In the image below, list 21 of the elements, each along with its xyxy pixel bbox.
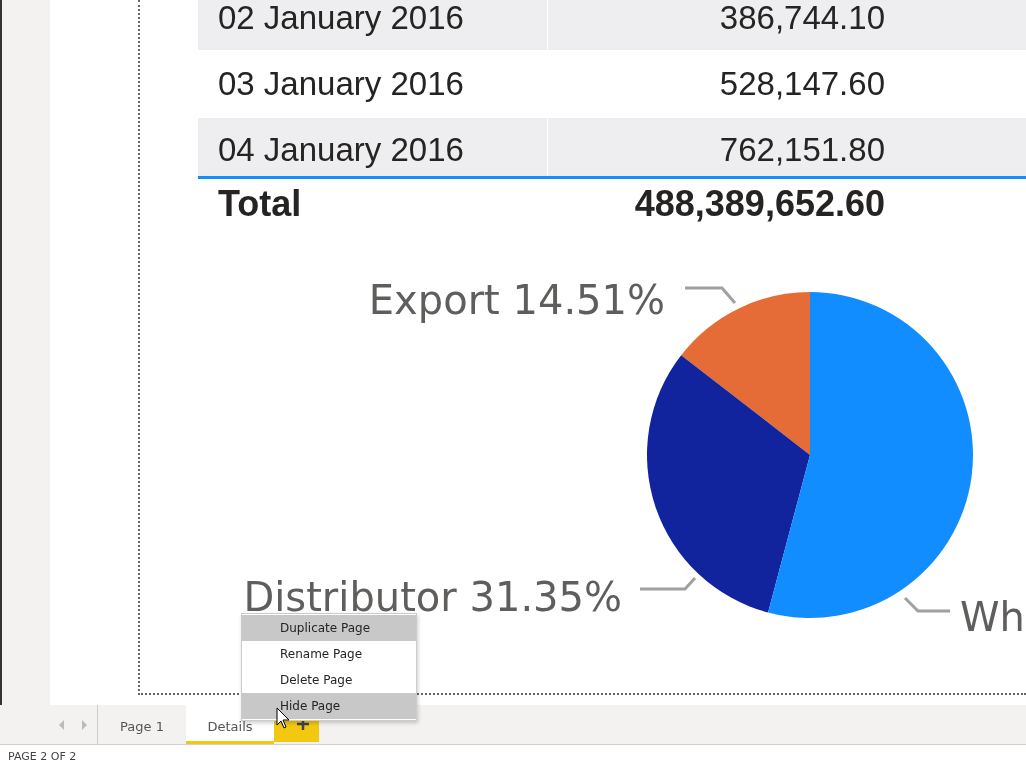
value-cell: 386,744.10 [719,0,885,37]
left-arrow-icon[interactable] [58,719,65,730]
menu-item[interactable]: Delete Page [242,667,416,693]
date-cell: 03 January 2016 [218,65,464,103]
data-label: Wh [960,594,1025,640]
total-value: 488,389,652.60 [634,183,885,225]
value-cell: 762,151.80 [719,131,885,169]
leader-line [903,596,950,613]
data-label: Export 14.51% [368,277,665,323]
total-label: Total [218,183,302,225]
right-arrow-icon[interactable] [82,719,89,730]
menu-item[interactable]: Duplicate Page [242,615,416,641]
menu-item[interactable]: Rename Page [242,641,416,667]
value-cell: 528,147.60 [719,65,885,103]
leader-line [685,286,737,304]
page-count: PAGE 2 OF 2 [7,749,78,765]
leader-line [640,577,697,591]
menu-item[interactable]: Hide Page [242,693,416,719]
date-cell: 02 January 2016 [218,0,464,37]
page-tab[interactable]: Page 1 [98,705,186,744]
date-cell: 04 January 2016 [218,131,464,169]
